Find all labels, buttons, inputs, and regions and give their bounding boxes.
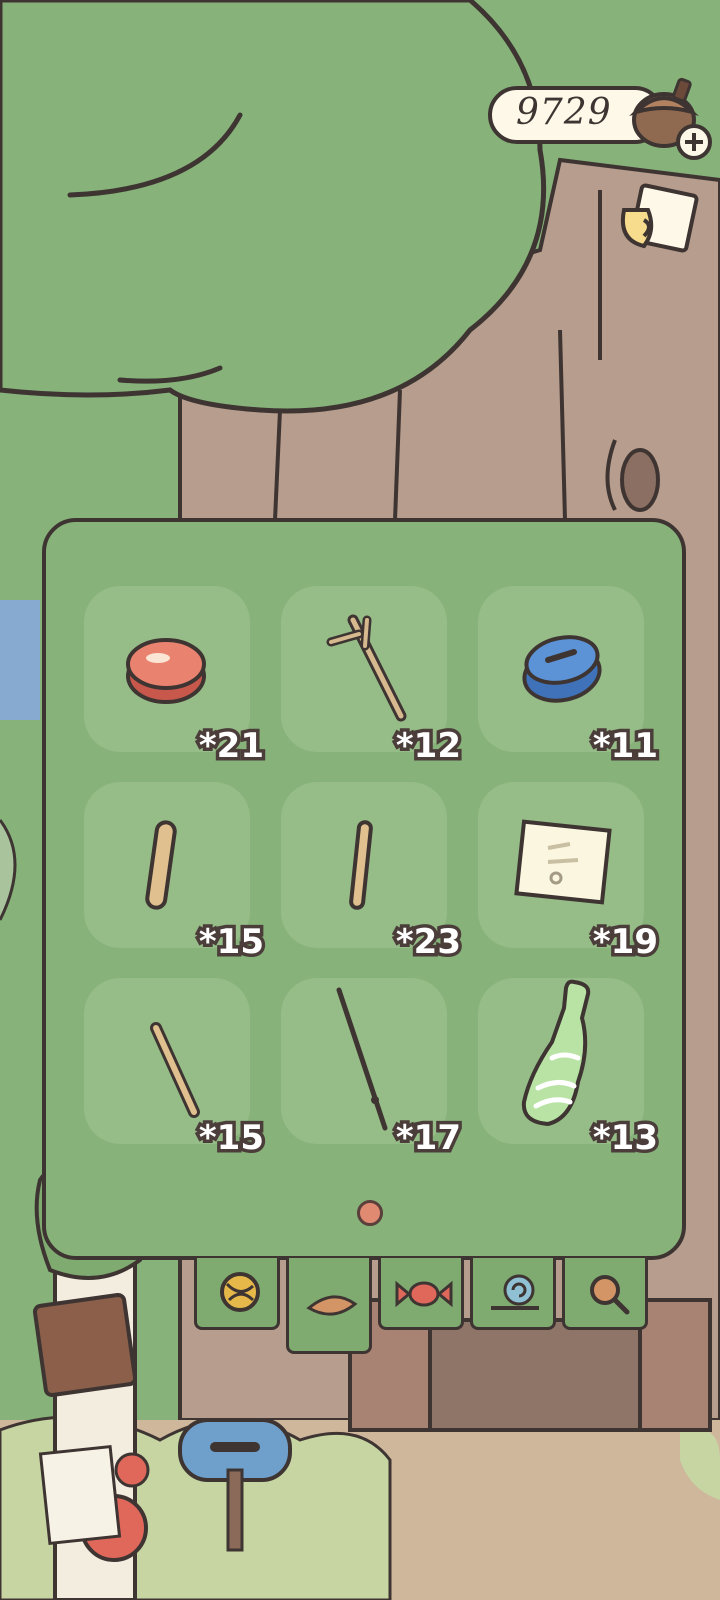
add-acorns-button[interactable] <box>622 70 714 162</box>
page-indicator-dot[interactable] <box>357 1200 383 1226</box>
inventory-slot-ice-cream-stick[interactable]: *15 <box>84 782 268 966</box>
inventory-slot-red-bottle-cap[interactable]: *21 <box>84 586 268 770</box>
snail-icon <box>491 1274 539 1310</box>
inventory-slot-blue-bottle-cap[interactable]: *11 <box>478 586 662 770</box>
candy-icon <box>395 1280 453 1308</box>
banner-candy[interactable] <box>378 1258 464 1330</box>
banner-leaf[interactable] <box>286 1258 372 1354</box>
item-count: *19 <box>589 919 661 966</box>
item-count: *11 <box>589 723 661 770</box>
banner-magnifier[interactable] <box>562 1258 648 1330</box>
inventory-slot-paper-note[interactable]: *19 <box>478 782 662 966</box>
item-count: *12 <box>392 723 464 770</box>
banner-snail[interactable] <box>470 1258 556 1330</box>
tasks-button[interactable] <box>614 180 704 260</box>
leaf-icon <box>306 1295 358 1316</box>
inventory-slot-stick[interactable]: *23 <box>281 782 465 966</box>
inventory-panel: *21 *12 *11 *15 *23 *19 *15 *17 *13 <box>42 518 686 1260</box>
item-count: *15 <box>195 919 267 966</box>
item-count: *23 <box>392 919 464 966</box>
inventory-slot-chopstick[interactable]: *15 <box>84 978 268 1162</box>
inventory-slot-twig[interactable]: *12 <box>281 586 465 770</box>
banner-yarn[interactable] <box>194 1258 280 1330</box>
item-count: *15 <box>195 1115 267 1162</box>
item-count: *17 <box>392 1115 464 1162</box>
scroll-icon <box>621 183 699 253</box>
item-count: *13 <box>589 1115 661 1162</box>
acorn-count-value: 9729 <box>516 92 612 133</box>
magnifier-icon <box>590 1275 630 1315</box>
acorn-icon <box>629 77 712 160</box>
inventory-slot-thin-stick[interactable]: *17 <box>281 978 465 1162</box>
inventory-slot-glass-bottle[interactable]: *13 <box>478 978 662 1162</box>
yarn-ball-icon <box>220 1272 260 1312</box>
item-count: *21 <box>195 723 267 770</box>
